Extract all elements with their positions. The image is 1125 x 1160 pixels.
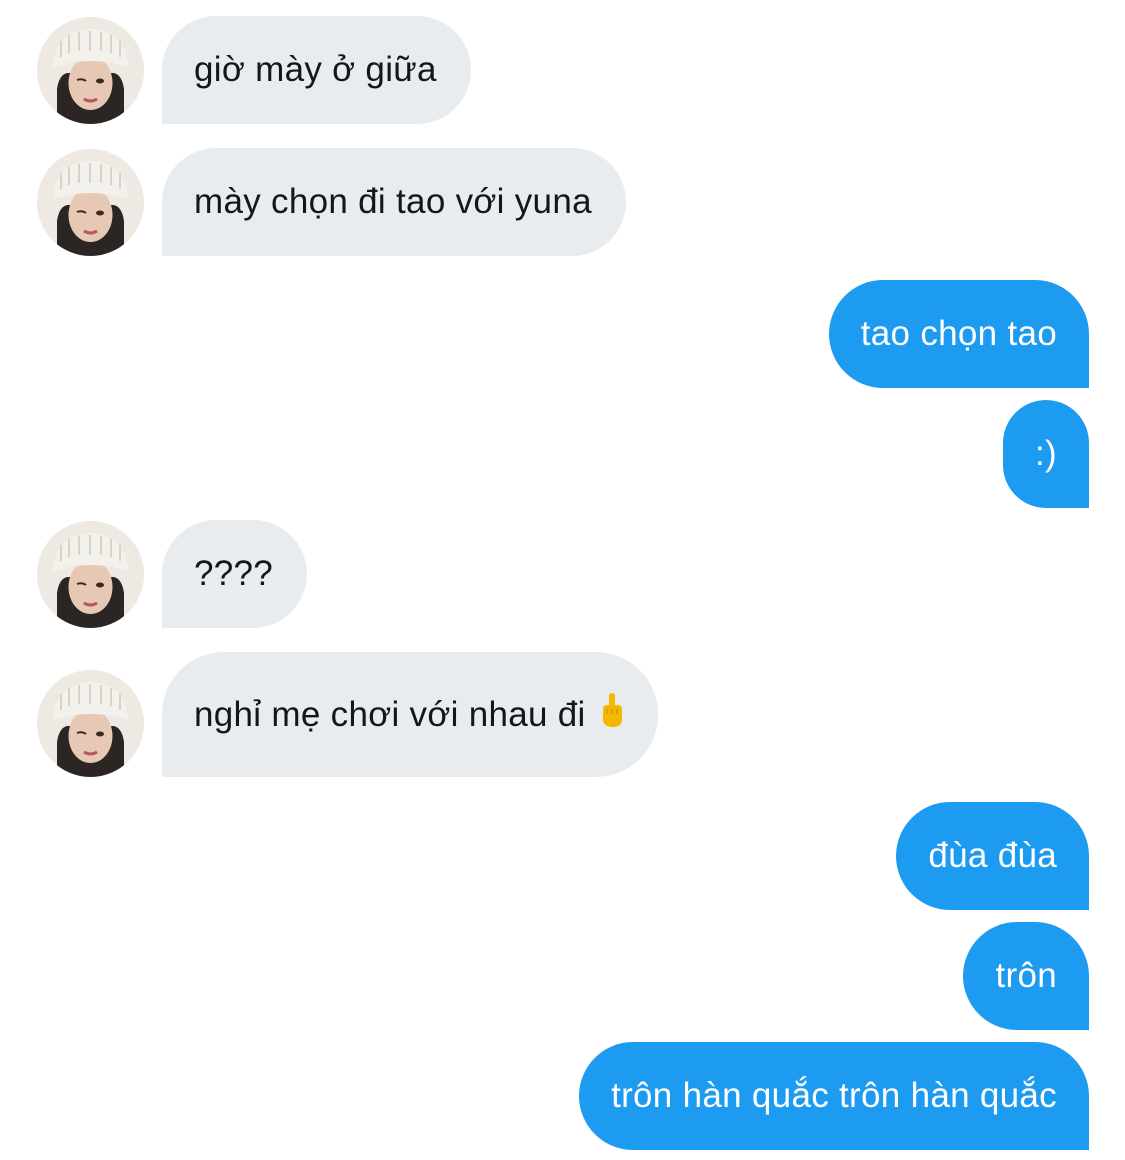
message-text: trôn hàn quắc trôn hàn quắc [611, 1076, 1057, 1115]
message-text: mày chọn đi tao với yuna [194, 182, 592, 221]
outgoing-message-bubble[interactable]: tao chọn tao [828, 280, 1089, 388]
message-text: tao chọn tao [860, 314, 1057, 353]
outgoing-message-bubble[interactable]: :) [1003, 400, 1089, 508]
profile-photo-icon [37, 521, 144, 628]
message-text: giờ mày ở giữa [194, 50, 437, 89]
profile-photo-icon [37, 17, 144, 124]
message-thread: giờ mày ở giữa mày chọn đi tao với yuna … [0, 0, 1125, 1160]
message-text: :) [1035, 434, 1057, 473]
profile-photo-icon [37, 149, 144, 256]
avatar[interactable] [37, 521, 144, 628]
message-text: nghỉ mẹ chơi với nhau đi [194, 694, 586, 734]
message-text: đùa đùa [928, 836, 1057, 875]
outgoing-message-bubble[interactable]: đùa đùa [896, 802, 1089, 910]
message-text: trôn [995, 956, 1057, 995]
message-text: ???? [194, 554, 274, 593]
avatar[interactable] [37, 149, 144, 256]
outgoing-message-bubble[interactable]: trôn hàn quắc trôn hàn quắc [579, 1042, 1089, 1150]
middle-finger-emoji-icon [600, 692, 624, 737]
avatar[interactable] [37, 670, 144, 777]
profile-photo-icon [37, 670, 144, 777]
incoming-message-bubble[interactable]: ???? [162, 520, 308, 628]
incoming-message-bubble[interactable]: giờ mày ở giữa [162, 16, 471, 124]
outgoing-message-bubble[interactable]: trôn [963, 922, 1089, 1030]
avatar[interactable] [37, 17, 144, 124]
incoming-message-bubble[interactable]: mày chọn đi tao với yuna [162, 148, 626, 256]
incoming-message-bubble[interactable]: nghỉ mẹ chơi với nhau đi [162, 652, 658, 777]
